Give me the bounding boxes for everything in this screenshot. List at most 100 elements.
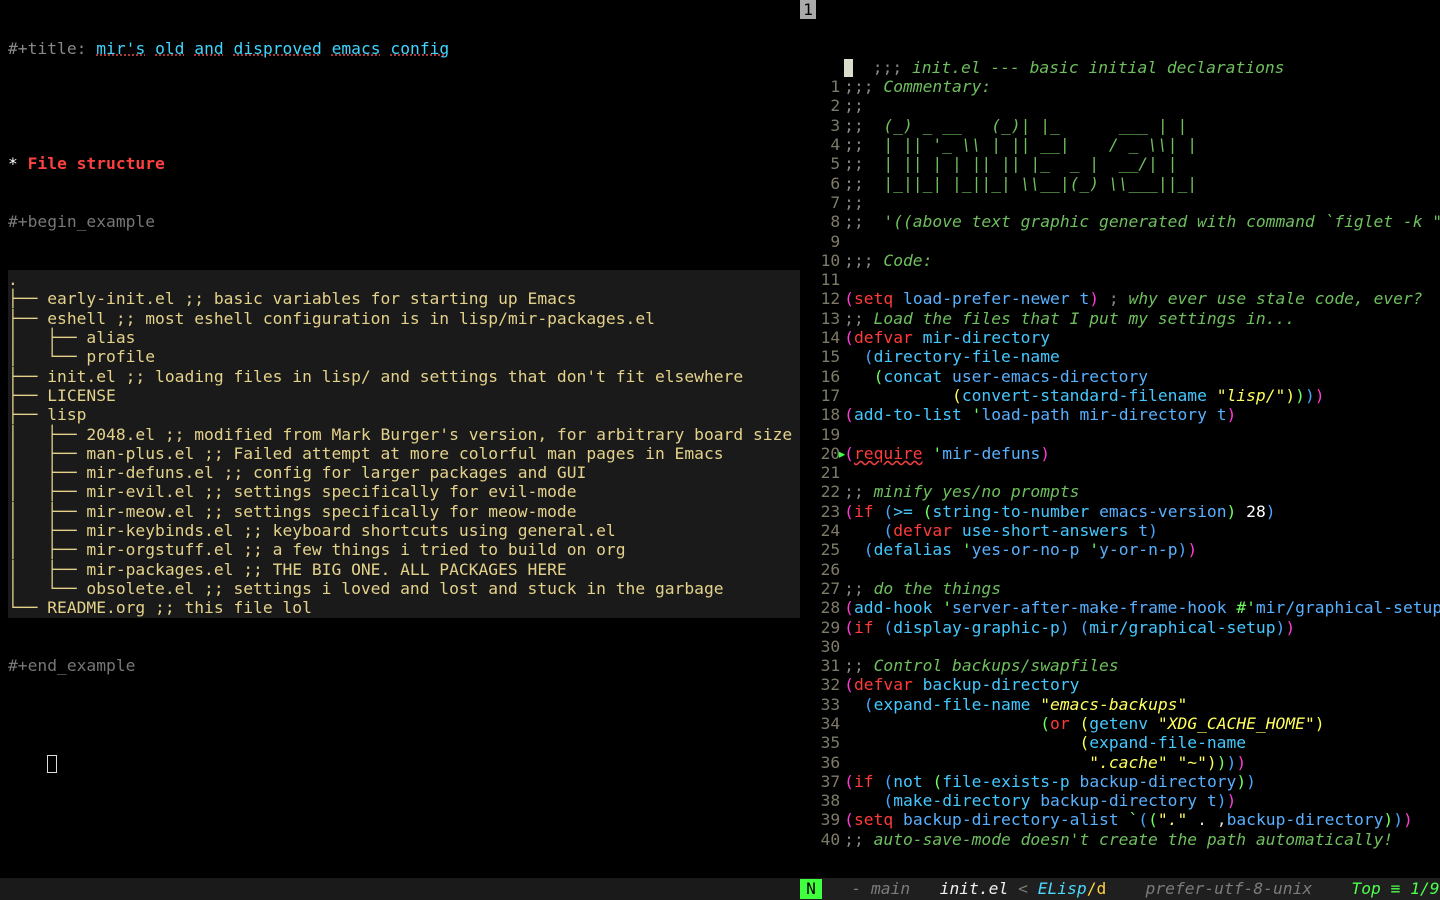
code-line[interactable]: 11 [800,270,1440,289]
code-content: ;; (_) _ __ (_)| |_ ___ | | [844,116,1440,135]
line-number: 27 [800,579,844,598]
code-content: ;; | || '_ \\ | || __| / _ \\| | [844,135,1440,154]
line-number: 2 [800,96,844,115]
line-number: 23 [800,502,844,521]
code-content: (defvar backup-directory [844,675,1440,694]
code-line[interactable]: 9 [800,232,1440,251]
code-content [844,270,1440,289]
code-line[interactable]: 24 (defvar use-short-answers t) [800,521,1440,540]
code-line[interactable]: 5;; | || | | || || |_ _ | __/| | [800,154,1440,173]
code-line[interactable]: 29(if (display-graphic-p) (mir/graphical… [800,618,1440,637]
code-line[interactable]: 10;;; Code: [800,251,1440,270]
code-content: ;; '((above text graphic generated with … [844,212,1440,231]
code-content: (defalias 'yes-or-no-p 'y-or-n-p)) [844,540,1440,559]
code-line[interactable]: 25 (defalias 'yes-or-no-p 'y-or-n-p)) [800,540,1440,559]
code-line[interactable]: 28(add-hook 'server-after-make-frame-hoo… [800,598,1440,617]
code-line[interactable]: 13;; Load the files that I put my settin… [800,309,1440,328]
code-line[interactable]: 34 (or (getenv "XDG_CACHE_HOME") [800,714,1440,733]
title-word: config [390,39,449,58]
code-line[interactable]: 30 [800,637,1440,656]
line-number: 26 [800,560,844,579]
line-number: 17 [800,386,844,405]
line-number: 31 [800,656,844,675]
code-content: (directory-file-name [844,347,1440,366]
code-line[interactable]: ;;; init.el --- basic initial declaratio… [800,58,1440,77]
code-content: (add-to-list 'load-path mir-directory t) [844,405,1440,424]
code-line[interactable]: 31;; Control backups/swapfiles [800,656,1440,675]
code-content: ;; [844,193,1440,212]
code-line[interactable]: 12(setq load-prefer-newer t) ; why ever … [800,289,1440,308]
line-number: 37 [800,772,844,791]
code-content: (concat user-emacs-directory [844,367,1440,386]
code-line[interactable]: 18(add-to-list 'load-path mir-directory … [800,405,1440,424]
code-line[interactable]: 38 (make-directory backup-directory t)) [800,791,1440,810]
code-line[interactable]: 3;; (_) _ __ (_)| |_ ___ | | [800,116,1440,135]
line-number: 28 [800,598,844,617]
code-content: (setq load-prefer-newer t) ; why ever us… [844,289,1440,308]
code-content: (setq backup-directory-alist `(("." . ,b… [844,810,1440,829]
line-number: 30 [800,637,844,656]
title-word: disproved [234,39,322,58]
code-line[interactable]: 7;; [800,193,1440,212]
code-line[interactable]: 37(if (not (file-exists-p backup-directo… [800,772,1440,791]
code-line[interactable]: 27;; do the things [800,579,1440,598]
line-number: 10 [800,251,844,270]
code-line[interactable]: 19 [800,425,1440,444]
code-line[interactable]: 4;; | || '_ \\ | || __| / _ \\| | [800,135,1440,154]
line-number: 38 [800,791,844,810]
blank [8,714,800,733]
code-line[interactable]: 17 (convert-standard-filename "lisp/")))… [800,386,1440,405]
code-line[interactable]: 1;;; Commentary: [800,77,1440,96]
code-line[interactable]: 32(defvar backup-directory [800,675,1440,694]
line-number: 9 [800,232,844,251]
code-line[interactable]: 8;; '((above text graphic generated with… [800,212,1440,231]
code-line[interactable]: 6;; |_||_| |_||_| \\__|(_) \\___||_| [800,174,1440,193]
code-line[interactable]: 2;; [800,96,1440,115]
title-word: and [194,39,223,58]
cursor [844,59,853,77]
code-line[interactable]: 20▸(require 'mir-defuns) [800,444,1440,463]
left-modeline [0,878,800,900]
line-number: 1 [800,77,844,96]
code-content [844,463,1440,482]
code-content: (expand-file-name "emacs-backups" [844,695,1440,714]
major-mode: ELisp [1038,879,1087,898]
code-content: ;;; Code: [844,251,1440,270]
line-number: 16 [800,367,844,386]
line-number: 33 [800,695,844,714]
code-line[interactable]: 35 (expand-file-name [800,733,1440,752]
line-number: 3 [800,116,844,135]
code-content [844,232,1440,251]
code-content: (defvar mir-directory [844,328,1440,347]
code-line[interactable]: 22;; minify yes/no prompts [800,482,1440,501]
code-content: (expand-file-name [844,733,1440,752]
code-content: ;; auto-save-mode doesn't create the pat… [844,830,1440,849]
code-line[interactable]: 39(setq backup-directory-alist `(("." . … [800,810,1440,829]
line-number: 7 [800,193,844,212]
code-content: ;; Load the files that I put my settings… [844,309,1440,328]
code-line[interactable]: 26 [800,560,1440,579]
org-readme-pane[interactable]: #+title: mir's old and disproved emacs c… [0,0,800,900]
file-tree-example: . ├── early-init.el ;; basic variables f… [8,270,800,617]
line-number: 40 [800,830,844,849]
code-line[interactable]: 15 (directory-file-name [800,347,1440,366]
code-content: (if (not (file-exists-p backup-directory… [844,772,1440,791]
init-el-pane[interactable]: 1 ;;; init.el --- basic initial declarat… [800,0,1440,900]
blank [8,96,800,115]
line-number: 15 [800,347,844,366]
code-line[interactable]: 21 [800,463,1440,482]
code-line[interactable]: 33 (expand-file-name "emacs-backups" [800,695,1440,714]
code-content [844,637,1440,656]
title-word: emacs [332,39,381,58]
line-number: 21 [800,463,844,482]
code-line[interactable]: 16 (concat user-emacs-directory [800,367,1440,386]
code-content: (make-directory backup-directory t)) [844,791,1440,810]
code-content: (add-hook 'server-after-make-frame-hook … [844,598,1440,617]
code-content: ;; do the things [844,579,1440,598]
code-line[interactable]: 23(if (>= (string-to-number emacs-versio… [800,502,1440,521]
code-line[interactable]: 40;; auto-save-mode doesn't create the p… [800,830,1440,849]
org-title-line: #+title: mir's old and disproved emacs c… [8,39,800,58]
code-line[interactable]: 14(defvar mir-directory [800,328,1440,347]
code-line[interactable]: 36 ".cache" "~")))) [800,753,1440,772]
code-content: ;; Control backups/swapfiles [844,656,1440,675]
